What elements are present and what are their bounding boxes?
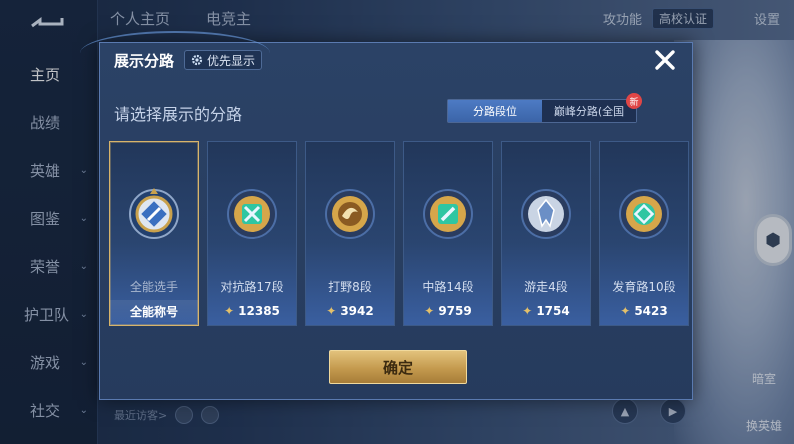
clash-lane-emblem-icon xyxy=(227,189,277,239)
lane-label: 对抗路17段 xyxy=(220,280,284,294)
rank-star-icon: ✦ xyxy=(224,304,235,318)
tab-label: 巅峰分路(全国 xyxy=(553,105,625,118)
close-button[interactable] xyxy=(652,47,678,73)
lane-label: 全能选手 xyxy=(129,280,178,294)
jungle-emblem-icon xyxy=(325,189,375,239)
confirm-label: 确定 xyxy=(382,358,413,377)
lane-score: ✦ 3942 xyxy=(306,300,394,322)
close-icon xyxy=(655,50,675,70)
rank-star-icon: ✦ xyxy=(326,304,337,318)
mid-lane-emblem-icon xyxy=(423,189,473,239)
lane-card-jungle[interactable]: 打野8段 ✦ 3942 xyxy=(305,141,395,326)
all-round-emblem-icon xyxy=(129,188,179,239)
lane-card-all-round[interactable]: 全能选手 全能称号 xyxy=(109,141,199,326)
rank-star-icon: ✦ xyxy=(424,304,435,318)
priority-display-button[interactable]: 优先显示 xyxy=(184,50,263,70)
lane-score: ✦ 1754 xyxy=(502,300,590,322)
lane-score: 全能称号 xyxy=(110,300,198,322)
modal-header: 展示分路 优先显示 xyxy=(80,31,692,77)
lane-label: 游走4段 xyxy=(524,280,568,294)
confirm-button[interactable]: 确定 xyxy=(329,350,467,384)
score-value: 9759 xyxy=(438,304,472,318)
score-value: 1754 xyxy=(536,304,570,318)
lane-score: ✦ 12385 xyxy=(208,300,296,322)
rank-star-icon: ✦ xyxy=(620,304,631,318)
lane-card-roam[interactable]: 游走4段 ✦ 1754 xyxy=(501,141,591,326)
tab-peak-lane[interactable]: 巅峰分路(全国 新 xyxy=(542,93,642,122)
score-value: 12385 xyxy=(238,304,280,318)
gear-icon xyxy=(191,54,203,66)
lane-label: 发育路10段 xyxy=(612,280,676,294)
modal-title: 展示分路 xyxy=(114,51,175,70)
segment-switch: 分路段位 巅峰分路(全国 新 xyxy=(447,93,642,123)
lane-card-mid[interactable]: 中路14段 ✦ 9759 xyxy=(403,141,493,326)
roam-emblem-icon xyxy=(521,189,571,239)
priority-label: 优先显示 xyxy=(207,53,256,68)
lane-label: 打野8段 xyxy=(328,280,372,294)
lane-card-clash[interactable]: 对抗路17段 ✦ 12385 xyxy=(207,141,297,326)
lane-label: 中路14段 xyxy=(422,280,474,294)
lane-card-farm[interactable]: 发育路10段 ✦ 5423 xyxy=(599,141,689,326)
new-badge: 新 xyxy=(626,93,642,109)
tab-label: 分路段位 xyxy=(473,105,517,118)
tab-lane-rank[interactable]: 分路段位 xyxy=(448,100,542,122)
score-value: 3942 xyxy=(340,304,374,318)
lane-cards: 全能选手 全能称号 对抗路17段 ✦ 12385 打野8段 ✦ 3942 中路1… xyxy=(109,141,689,326)
lane-score: ✦ 9759 xyxy=(404,300,492,322)
lane-display-modal: 展示分路 优先显示 请选择展示的分路 分路段位 巅峰分路(全国 新 全能选手 全… xyxy=(80,31,693,400)
lane-score: ✦ 5423 xyxy=(600,300,688,322)
farm-lane-emblem-icon xyxy=(619,189,669,239)
modal-subtitle: 请选择展示的分路 xyxy=(114,105,243,124)
score-value: 5423 xyxy=(634,304,668,318)
score-value: 全能称号 xyxy=(129,304,178,319)
rank-star-icon: ✦ xyxy=(522,304,533,318)
